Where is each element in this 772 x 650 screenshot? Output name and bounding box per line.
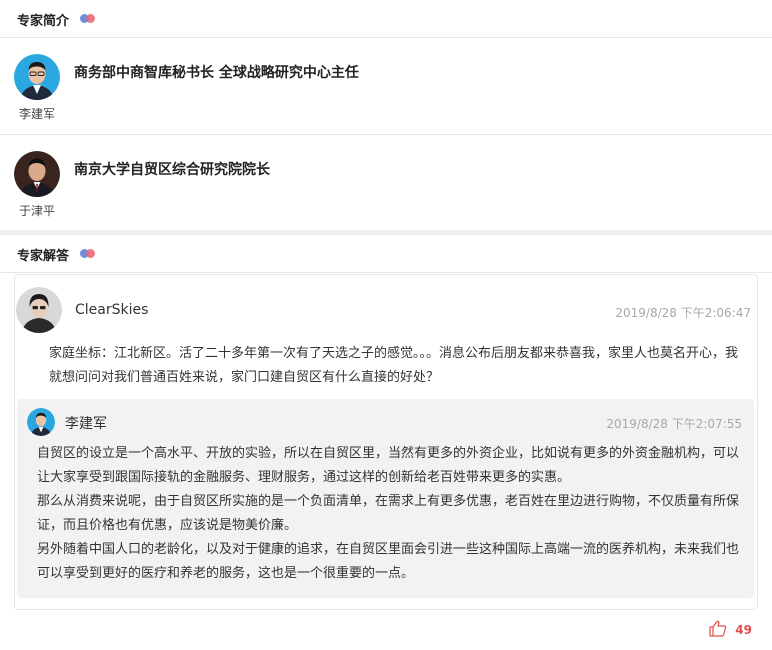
thumbs-up-icon bbox=[709, 620, 727, 641]
section-dots-icon bbox=[80, 13, 98, 25]
expert-name: 于津平 bbox=[19, 204, 56, 218]
answer-paragraph: 另外随着中国人口的老龄化，以及对于健康的追求，在自贸区里面会引进一些这种国际上高… bbox=[37, 542, 740, 581]
answer-paragraph: 自贸区的设立是一个高水平、开放的实验，所以在自贸区里，当然有更多的外资企业，比如… bbox=[37, 446, 740, 485]
answer-text: 自贸区的设立是一个高水平、开放的实验，所以在自贸区里，当然有更多的外资企业，比如… bbox=[37, 442, 741, 586]
intro-section-header: 专家简介 bbox=[0, 0, 772, 38]
qa-card: ClearSkies 2019/8/28 下午2:06:47 家庭坐标：江北新区… bbox=[14, 274, 758, 610]
person-avatar-icon bbox=[14, 54, 60, 100]
expert-title: 南京大学自贸区综合研究院院长 bbox=[74, 162, 270, 178]
qa-section-header: 专家解答 bbox=[0, 235, 772, 273]
expert-title: 商务部中商智库秘书长 全球战略研究中心主任 bbox=[74, 65, 359, 81]
answer-username[interactable]: 李建军 bbox=[65, 413, 107, 433]
answer-box: 李建军 2019/8/28 下午2:07:55 自贸区的设立是一个高水平、开放的… bbox=[17, 399, 754, 598]
section-dots-icon bbox=[80, 248, 98, 260]
question-timestamp: 2019/8/28 下午2:06:47 bbox=[615, 306, 751, 320]
person-avatar-icon[interactable] bbox=[27, 408, 55, 436]
person-avatar-icon bbox=[14, 151, 60, 197]
expert-name: 李建军 bbox=[19, 107, 56, 121]
section-title: 专家简介 bbox=[17, 14, 70, 29]
section-title: 专家解答 bbox=[17, 249, 70, 264]
question-text: 家庭坐标：江北新区。活了二十多年第一次有了天选之子的感觉。。。消息公布后朋友都来… bbox=[49, 346, 739, 385]
answer-paragraph: 那么从消费来说呢，由于自贸区所实施的是一个负面清单，在需求上有更多优惠，老百姓在… bbox=[37, 494, 740, 533]
like-button[interactable]: 49 bbox=[709, 620, 752, 640]
expert-item[interactable]: 于津平 南京大学自贸区综合研究院院长 bbox=[0, 135, 772, 232]
answer-timestamp: 2019/8/28 下午2:07:55 bbox=[606, 417, 742, 431]
like-count: 49 bbox=[735, 623, 752, 637]
expert-item[interactable]: 李建军 商务部中商智库秘书长 全球战略研究中心主任 bbox=[0, 38, 772, 135]
user-avatar-icon[interactable] bbox=[16, 287, 62, 333]
question-username[interactable]: ClearSkies bbox=[75, 302, 148, 318]
